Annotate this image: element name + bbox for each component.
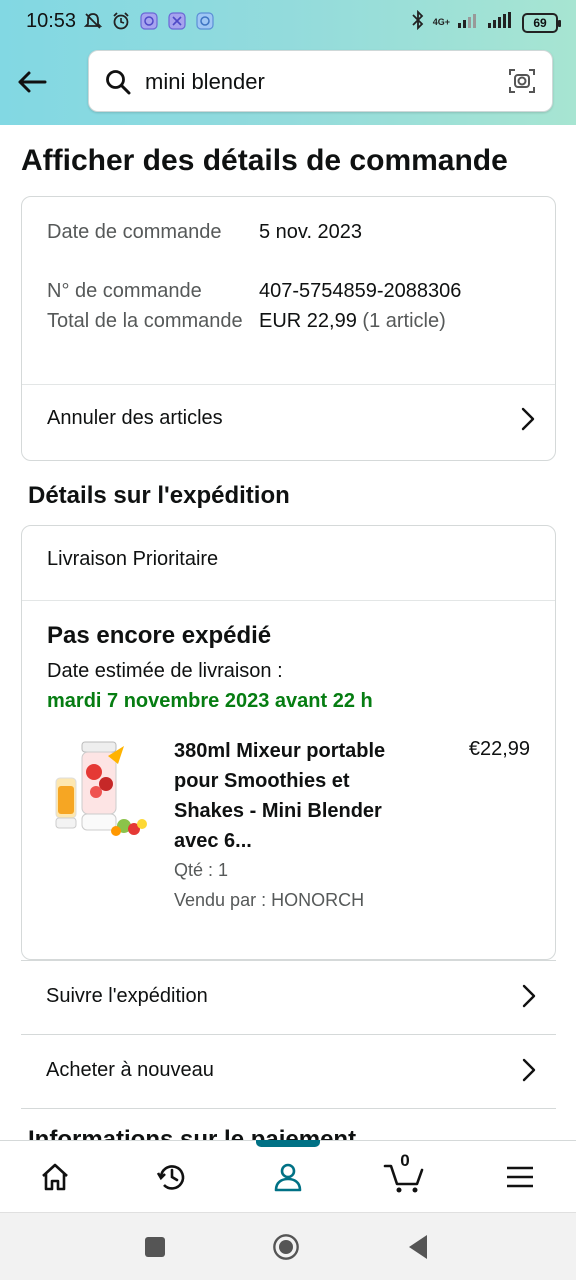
nav-menu[interactable] (500, 1157, 540, 1197)
home-icon (42, 1163, 68, 1191)
search-bar[interactable]: mini blender (88, 50, 553, 112)
bottom-navigation: 0 (0, 1140, 576, 1212)
bluetooth-icon (411, 9, 425, 35)
search-icon (105, 69, 131, 100)
order-summary-card: Date de commande 5 nov. 2023 N° de comma… (21, 196, 556, 461)
chevron-right-icon (521, 407, 535, 436)
home-button[interactable] (272, 1233, 300, 1261)
camera-icon[interactable] (508, 67, 536, 100)
order-number-label: N° de commande (47, 280, 202, 302)
order-total-items: (1 article) (362, 310, 446, 332)
active-tab-indicator (256, 1140, 320, 1147)
shipping-type: Livraison Prioritaire (47, 548, 219, 570)
cart-count: 0 (400, 1151, 410, 1170)
app-header: 10:53 4G+ 69 mini blender (0, 0, 576, 125)
back-arrow-icon (18, 71, 47, 93)
status-bar: 10:53 4G+ 69 (0, 0, 576, 44)
shipment-card: Livraison Prioritaire Pas encore expédié… (21, 525, 556, 960)
app-notification-icon (166, 10, 188, 32)
back-button[interactable] (12, 62, 52, 102)
cancel-items-label: Annuler des articles (47, 407, 223, 429)
buy-again-label: Acheter à nouveau (46, 1059, 214, 1081)
status-system-icons: 4G+ 69 (411, 9, 561, 35)
battery-icon: 69 (522, 12, 561, 33)
menu-icon (507, 1166, 533, 1188)
app-notification-icon (138, 10, 160, 32)
back-nav-button[interactable] (404, 1233, 432, 1261)
system-navigation-bar (0, 1212, 576, 1280)
triangle-back-icon (409, 1235, 427, 1259)
page-title: Afficher des détails de commande (21, 144, 508, 177)
network-type: 4G+ (432, 17, 450, 27)
nav-home[interactable] (35, 1157, 75, 1197)
battery-level: 69 (533, 15, 547, 30)
square-icon (145, 1237, 165, 1257)
shipping-section-title: Détails sur l'expédition (28, 482, 290, 509)
order-total-label: Total de la commande (47, 310, 243, 332)
status-notification-icons (82, 10, 216, 32)
nav-history[interactable] (152, 1157, 192, 1197)
history-icon (156, 1165, 185, 1190)
eta-date: mardi 7 novembre 2023 avant 22 h (47, 690, 373, 712)
product-price: €22,99 (468, 738, 530, 760)
product-seller: Vendu par : HONORCH (174, 890, 365, 910)
divider (22, 600, 555, 601)
order-date-label: Date de commande (47, 221, 222, 243)
payment-section-title: Informations sur le paiement (28, 1126, 357, 1140)
order-date-value: 5 nov. 2023 (259, 221, 363, 243)
signal-icon (458, 12, 480, 33)
track-shipment-label: Suivre l'expédition (46, 985, 208, 1007)
order-number-value: 407-5754859-2088306 (259, 280, 462, 302)
app-notification-icon (194, 10, 216, 32)
product-image[interactable] (52, 736, 152, 841)
eta-label: Date estimée de livraison : (47, 660, 283, 682)
track-shipment-row[interactable]: Suivre l'expédition (21, 961, 556, 1035)
alarm-icon (110, 10, 132, 32)
nav-cart[interactable]: 0 (382, 1151, 426, 1197)
product-title[interactable]: 380ml Mixeur portable pour Smoothies et … (174, 736, 419, 856)
chevron-right-icon (522, 1058, 536, 1087)
product-quantity: Qté : 1 (174, 860, 229, 880)
status-time: 10:53 (26, 10, 77, 32)
recent-apps-button[interactable] (141, 1233, 169, 1261)
account-icon (274, 1163, 302, 1192)
order-total-amount: EUR 22,99 (259, 310, 357, 332)
shipment-status: Pas encore expédié (47, 622, 272, 649)
muted-bell-icon (82, 10, 104, 32)
chevron-right-icon (522, 984, 536, 1013)
circle-icon (273, 1234, 299, 1260)
cancel-items-link[interactable]: Annuler des articles (22, 385, 555, 461)
order-total-value: EUR 22,99 (1 article) (259, 306, 446, 336)
nav-account[interactable] (268, 1157, 308, 1197)
buy-again-row[interactable]: Acheter à nouveau (21, 1035, 556, 1109)
signal-icon (488, 12, 514, 33)
search-input[interactable]: mini blender (145, 69, 265, 95)
